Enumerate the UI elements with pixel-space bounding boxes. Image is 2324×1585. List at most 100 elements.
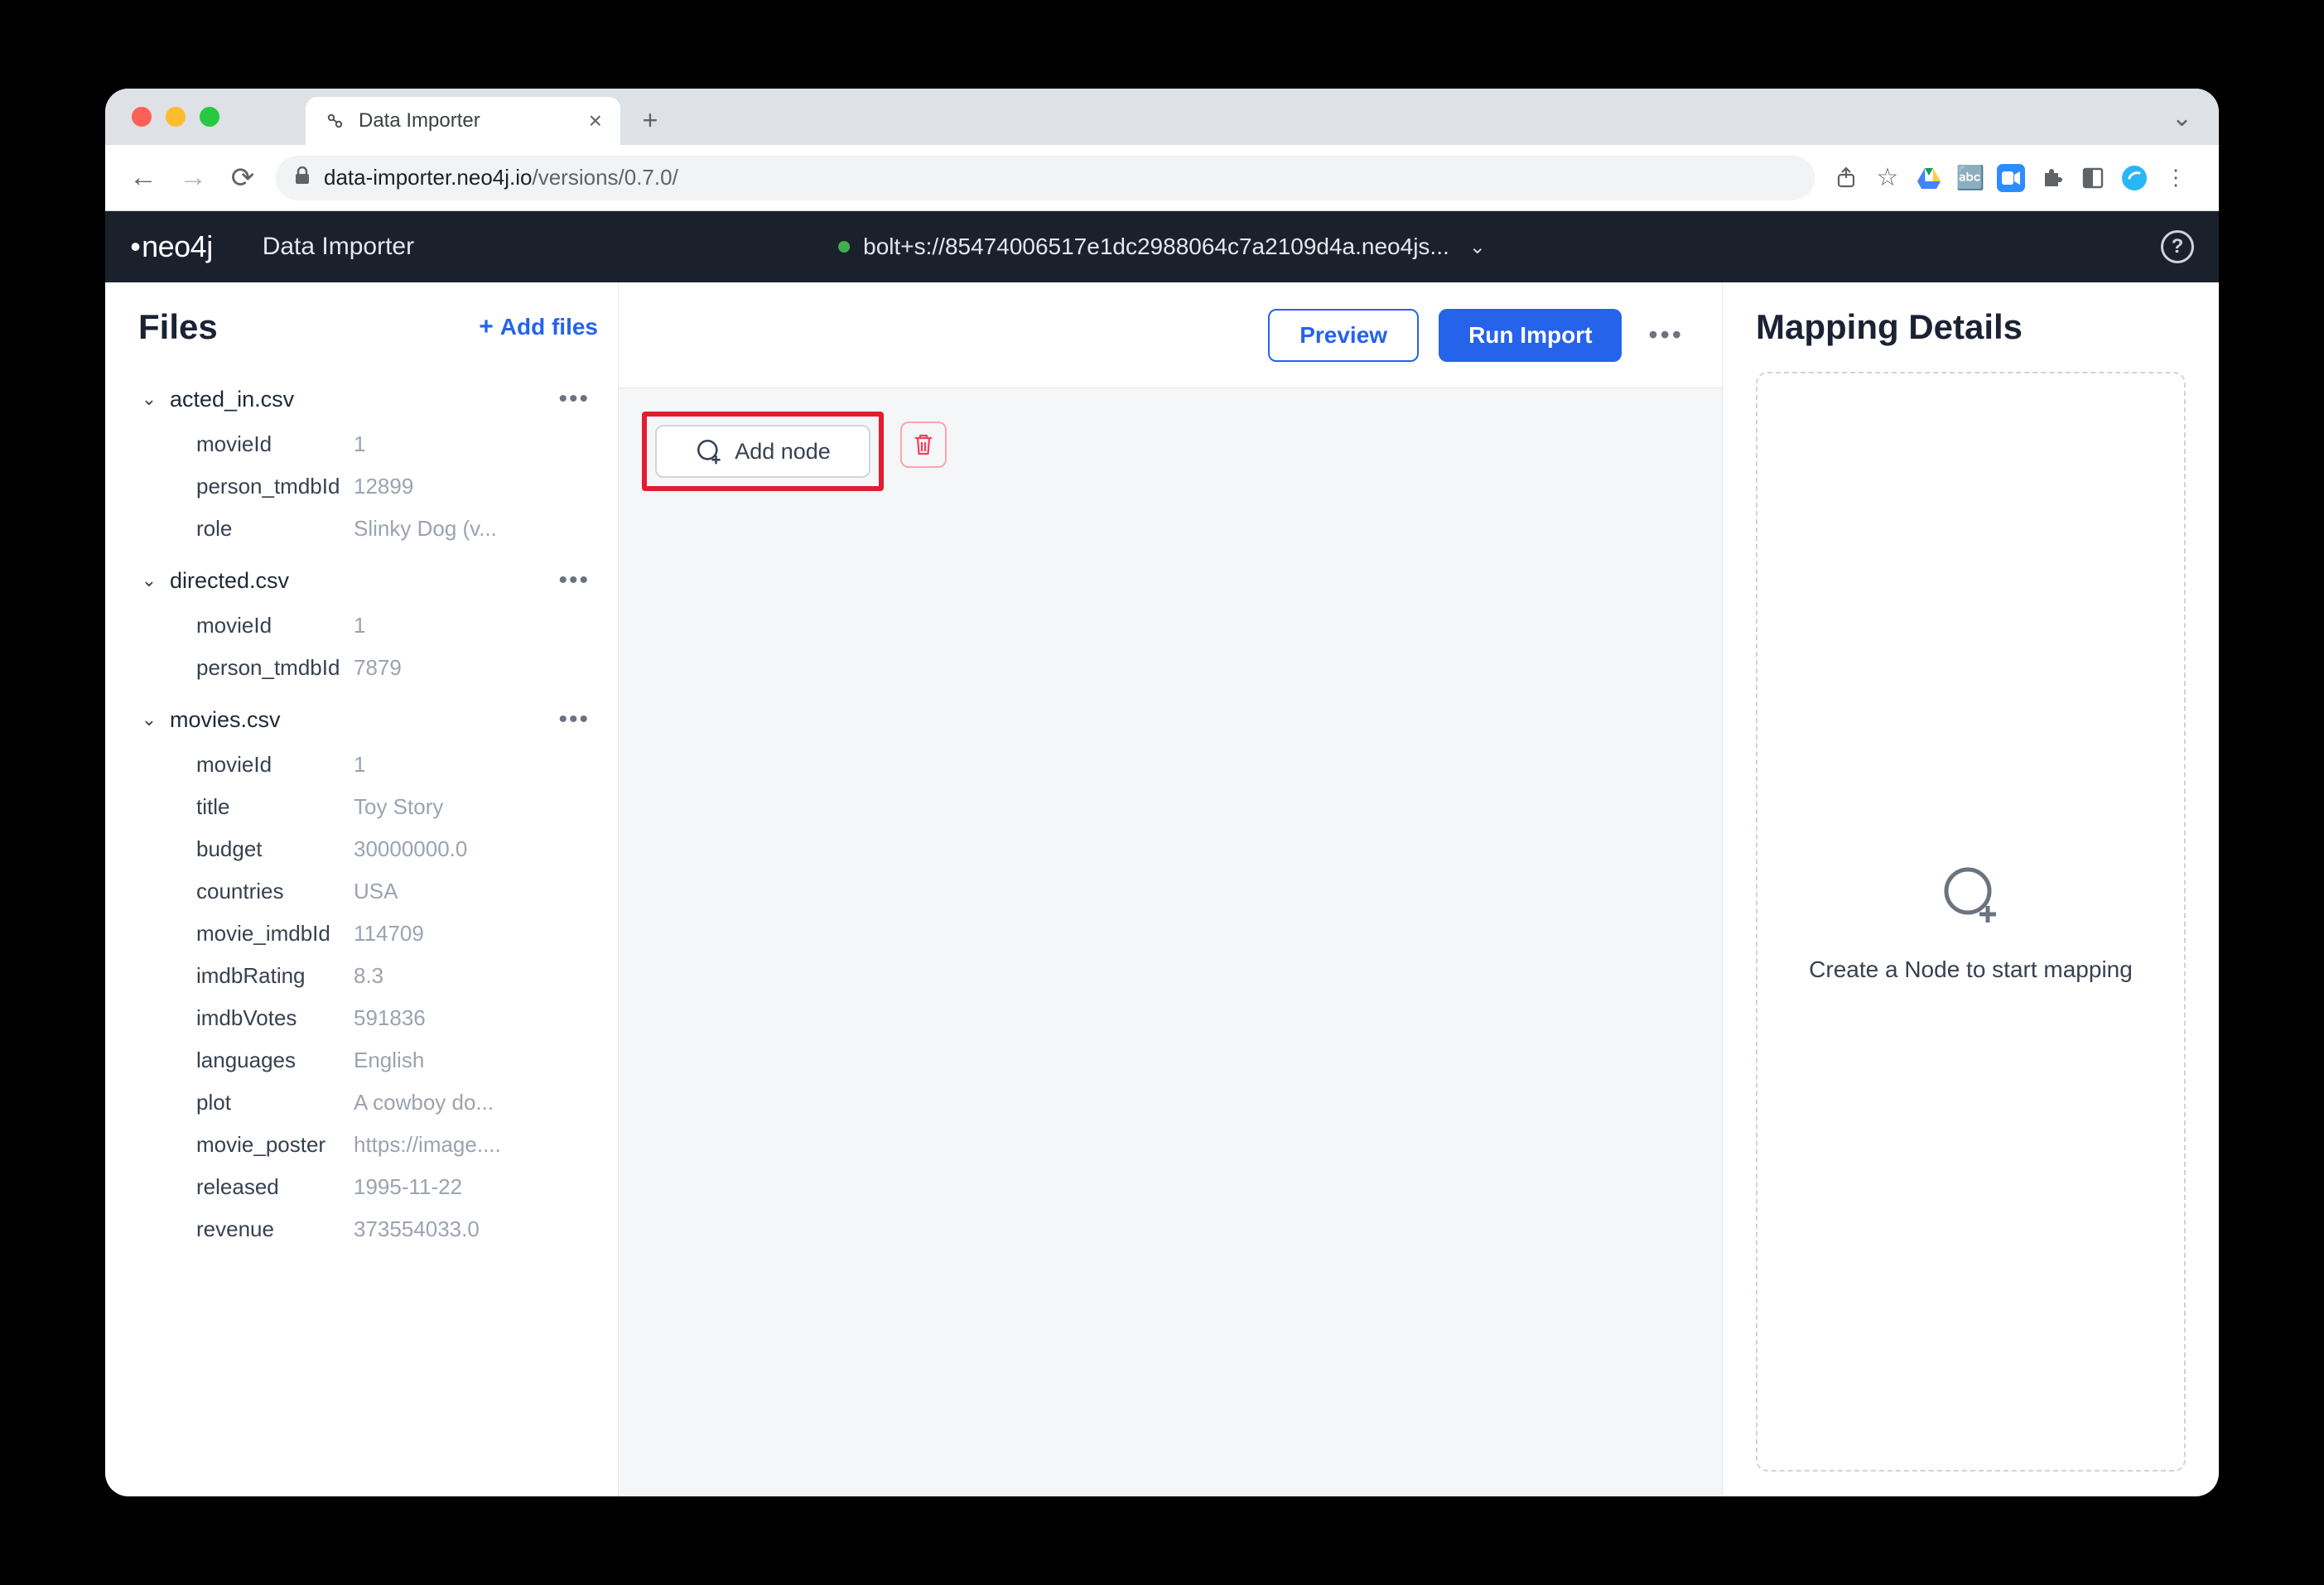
- field-row: movieId1: [196, 744, 598, 786]
- field-key: movieId: [196, 752, 354, 778]
- chevron-down-icon: ⌄: [138, 709, 160, 730]
- chevron-down-icon: ⌄: [138, 388, 160, 410]
- traffic-lights: [132, 107, 219, 127]
- field-key: person_tmdbId: [196, 474, 354, 499]
- file-block: ⌄movies.csv•••movieId1titleToy Storybudg…: [138, 696, 598, 1250]
- field-row: movie_posterhttps://image....: [196, 1124, 598, 1166]
- ext-window-icon[interactable]: [2078, 163, 2108, 193]
- field-value: Toy Story: [354, 794, 443, 820]
- field-list: movieId1person_tmdbId12899roleSlinky Dog…: [138, 423, 598, 550]
- window-close[interactable]: [132, 107, 152, 127]
- add-node-highlight: Add node: [642, 412, 884, 491]
- window-zoom[interactable]: [200, 107, 219, 127]
- ext-circle-icon[interactable]: [2119, 163, 2149, 193]
- field-list: movieId1titleToy Storybudget30000000.0co…: [138, 744, 598, 1250]
- ext-drive-icon[interactable]: [1914, 163, 1944, 193]
- field-row: movieId1: [196, 423, 598, 465]
- chevron-down-icon: ⌄: [138, 570, 160, 591]
- field-row: movie_imdbId114709: [196, 913, 598, 955]
- field-value: 30000000.0: [354, 836, 467, 862]
- field-row: imdbVotes591836: [196, 997, 598, 1039]
- reload-button[interactable]: ⟳: [226, 161, 259, 195]
- browser-tab[interactable]: Data Importer ×: [306, 97, 620, 145]
- file-header[interactable]: ⌄directed.csv•••: [138, 556, 598, 605]
- app-body: Files + Add files ⌄ acted_in.csv ••• movieI…: [105, 282, 2219, 1496]
- file-name: movies.csv: [170, 707, 281, 733]
- field-key: movieId: [196, 431, 354, 457]
- mapping-empty-state: Create a Node to start mapping: [1756, 372, 2186, 1472]
- help-icon[interactable]: ?: [2161, 230, 2194, 263]
- run-import-button[interactable]: Run Import: [1439, 309, 1622, 362]
- field-row: imdbRating8.3: [196, 955, 598, 997]
- file-more-icon[interactable]: •••: [558, 566, 598, 595]
- canvas-more-icon[interactable]: •••: [1642, 320, 1690, 350]
- field-row: revenue373554033.0: [196, 1208, 598, 1250]
- lock-icon: [294, 166, 311, 190]
- chrome-menu-icon[interactable]: ⋮: [2161, 163, 2191, 193]
- field-value: 373554033.0: [354, 1216, 480, 1242]
- field-key: released: [196, 1174, 354, 1200]
- file-header[interactable]: ⌄ movies.csv •••: [138, 696, 598, 744]
- field-row: languagesEnglish: [196, 1039, 598, 1082]
- plus-icon: +: [479, 313, 494, 341]
- ext-puzzle-icon[interactable]: [2037, 163, 2066, 193]
- canvas-tools: Add node: [619, 388, 1722, 491]
- files-title: Files: [138, 307, 218, 347]
- preview-button[interactable]: Preview: [1268, 309, 1419, 362]
- chevron-down-icon: ⌄: [1469, 235, 1486, 259]
- ext-translate-icon[interactable]: 🔤: [1955, 163, 1985, 193]
- connection-string: bolt+s://85474006517e1dc2988064c7a2109d4…: [863, 234, 1449, 260]
- field-value: Slinky Dog (v...: [354, 516, 497, 542]
- field-key: movie_imdbId: [196, 921, 354, 947]
- canvas-panel: Preview Run Import ••• Add node: [619, 282, 1722, 1496]
- mapping-panel: Mapping Details Create a Node to start m…: [1722, 282, 2219, 1496]
- new-tab-button[interactable]: +: [630, 100, 670, 140]
- field-key: plot: [196, 1090, 354, 1115]
- mapping-hint: Create a Node to start mapping: [1809, 956, 2133, 983]
- add-node-button[interactable]: Add node: [655, 425, 870, 478]
- field-value: 8.3: [354, 963, 383, 989]
- forward-button[interactable]: →: [176, 161, 210, 195]
- field-list: movieId1person_tmdbId7879: [138, 605, 598, 689]
- add-files-button[interactable]: + Add files: [479, 313, 598, 341]
- field-row: budget30000000.0: [196, 828, 598, 870]
- file-more-icon[interactable]: •••: [558, 706, 598, 734]
- connection-selector[interactable]: bolt+s://85474006517e1dc2988064c7a2109d4…: [838, 234, 1486, 260]
- field-value: 12899: [354, 474, 413, 499]
- add-files-label: Add files: [500, 314, 598, 340]
- field-key: movie_poster: [196, 1132, 354, 1158]
- ext-zoom-icon[interactable]: [1997, 164, 2025, 192]
- field-row: plotA cowboy do...: [196, 1082, 598, 1124]
- app-header: •neo4j Data Importer bolt+s://8547400651…: [105, 211, 2219, 282]
- url-text: data-importer.neo4j.io/versions/0.7.0/: [324, 165, 678, 190]
- omnibox[interactable]: data-importer.neo4j.io/versions/0.7.0/: [276, 156, 1815, 200]
- app-title: Data Importer: [263, 233, 414, 261]
- address-bar: ← → ⟳ data-importer.neo4j.io/versions/0.…: [105, 145, 2219, 211]
- back-button[interactable]: ←: [127, 161, 160, 195]
- files-panel: Files + Add files ⌄ acted_in.csv ••• movieI…: [105, 282, 619, 1496]
- field-key: title: [196, 794, 354, 820]
- field-row: person_tmdbId12899: [196, 465, 598, 508]
- bookmark-star-icon[interactable]: ☆: [1873, 163, 1902, 193]
- file-more-icon[interactable]: •••: [558, 385, 598, 413]
- node-plus-icon: [1938, 861, 2004, 932]
- field-key: budget: [196, 836, 354, 862]
- delete-button[interactable]: [900, 422, 947, 468]
- field-value: 591836: [354, 1005, 426, 1031]
- window-minimize[interactable]: [166, 107, 186, 127]
- file-name: acted_in.csv: [170, 387, 294, 412]
- file-header[interactable]: ⌄ acted_in.csv •••: [138, 375, 598, 423]
- mapping-title: Mapping Details: [1756, 307, 2186, 347]
- file-block: ⌄acted_in.csv•••movieId1person_tmdbId128…: [138, 375, 598, 550]
- close-tab-icon[interactable]: ×: [589, 108, 602, 134]
- field-value: A cowboy do...: [354, 1090, 494, 1115]
- tabs-overflow-icon[interactable]: ⌄: [2172, 104, 2192, 132]
- share-icon[interactable]: [1831, 163, 1861, 193]
- tab-bar: Data Importer × + ⌄: [105, 89, 2219, 145]
- field-row: titleToy Story: [196, 786, 598, 828]
- connection-status-dot: [838, 241, 850, 253]
- tab-favicon: [324, 110, 345, 132]
- field-value: 1995-11-22: [354, 1174, 462, 1200]
- field-key: revenue: [196, 1216, 354, 1242]
- file-block: ⌄directed.csv•••movieId1person_tmdbId787…: [138, 556, 598, 689]
